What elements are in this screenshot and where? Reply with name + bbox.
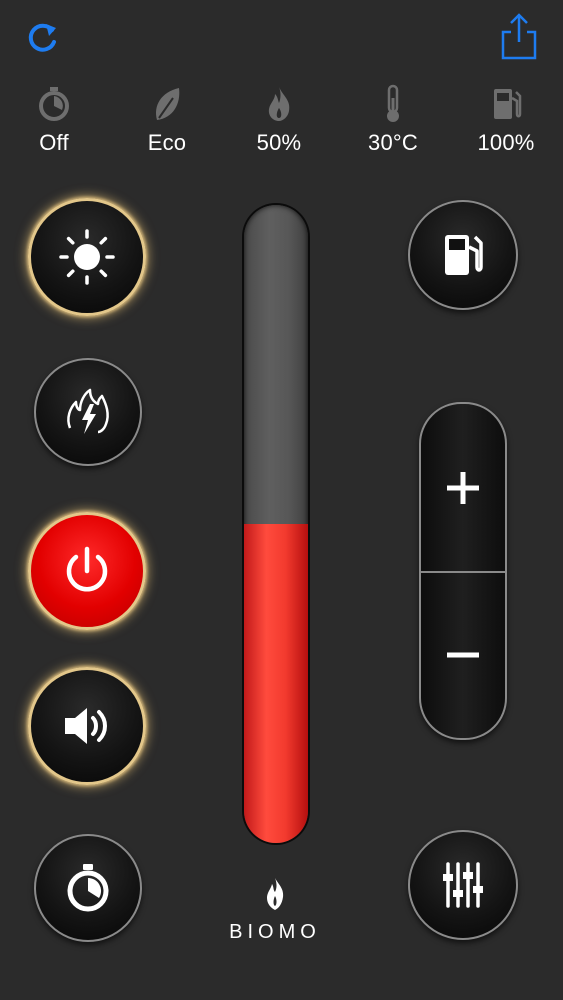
status-temperature: 30°C — [348, 84, 438, 156]
flame-logo-icon — [267, 878, 284, 910]
status-timer-label: Off — [39, 130, 69, 155]
brand-logo: BIOMO — [200, 876, 350, 956]
fuel-button[interactable] — [408, 200, 518, 310]
status-timer: Off — [9, 84, 99, 156]
status-temperature-label: 30°C — [368, 130, 418, 155]
flame-stepper — [419, 402, 507, 740]
plus-icon — [447, 471, 479, 504]
timer-button[interactable] — [34, 834, 142, 942]
settings-button[interactable] — [408, 830, 518, 940]
light-button[interactable] — [28, 198, 146, 316]
flame-icon — [268, 87, 290, 121]
increase-button[interactable] — [421, 404, 505, 571]
flame-level-slider[interactable] — [244, 205, 308, 843]
decrease-button[interactable] — [421, 571, 505, 738]
sound-button[interactable] — [28, 667, 146, 785]
stopwatch-icon — [67, 864, 109, 912]
leaf-icon — [155, 88, 180, 120]
share-icon — [501, 13, 537, 60]
status-flame-label: 50% — [256, 130, 302, 155]
minus-icon — [447, 652, 479, 657]
status-fuel: 100% — [461, 84, 551, 156]
brand-name: BIOMO — [229, 921, 321, 943]
flame-bolt-icon — [67, 388, 109, 434]
flame-level-fill — [244, 524, 308, 843]
power-button[interactable] — [28, 512, 146, 630]
status-eco-label: Eco — [147, 130, 187, 155]
share-button[interactable] — [498, 12, 540, 62]
fuel-pump-icon — [494, 89, 522, 119]
speaker-icon — [65, 708, 107, 744]
boost-button[interactable] — [34, 358, 142, 466]
sun-icon — [59, 229, 115, 285]
status-bar: Off Eco 50% 30°C 100% — [0, 84, 563, 164]
refresh-button[interactable] — [22, 18, 62, 58]
power-icon — [66, 546, 108, 592]
status-flame: 50% — [234, 84, 324, 156]
stopwatch-icon — [39, 87, 69, 121]
status-eco: Eco — [122, 84, 212, 156]
thermometer-icon — [387, 84, 399, 122]
refresh-icon — [28, 23, 56, 52]
status-fuel-label: 100% — [477, 130, 535, 155]
fuel-pump-icon — [445, 235, 483, 275]
sliders-icon — [443, 862, 483, 908]
